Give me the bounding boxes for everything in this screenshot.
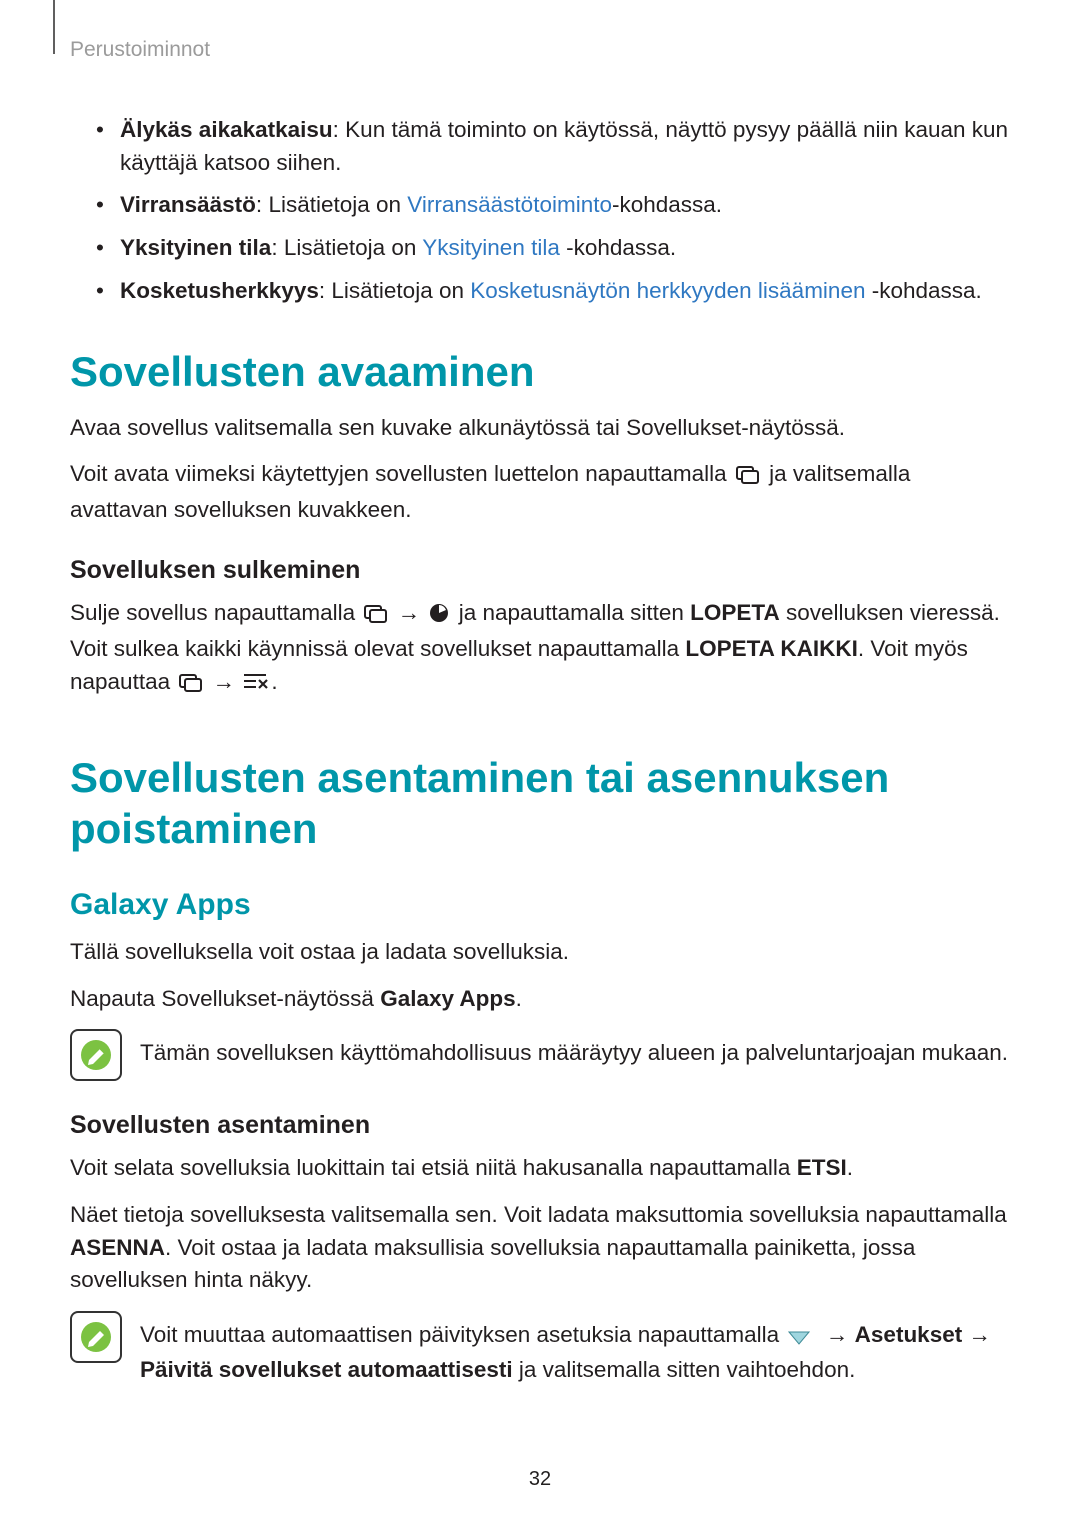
body-text: Voit selata sovelluksia luokittain tai e… (70, 1155, 797, 1180)
breadcrumb: Perustoiminnot (70, 38, 1010, 62)
list-item-text: -kohdassa. (612, 192, 722, 217)
ui-label: Galaxy Apps (380, 986, 515, 1011)
cross-ref-link[interactable]: Yksityinen tila (422, 235, 560, 260)
recent-apps-icon (364, 600, 388, 633)
note-block: Tämän sovelluksen käyttömahdollisuus mää… (70, 1029, 1010, 1081)
subheading-close-app: Sovelluksen sulkeminen (70, 556, 1010, 585)
body-paragraph: Avaa sovellus valitsemalla sen kuvake al… (70, 412, 1010, 445)
close-all-icon (244, 669, 268, 702)
list-item-term: Älykäs aikakatkaisu (120, 117, 333, 142)
list-item: Virransäästö: Lisätietoja on Virransääst… (96, 189, 1010, 222)
arrow-glyph: → (398, 600, 421, 625)
pie-task-icon (429, 600, 449, 633)
body-paragraph: Tällä sovelluksella voit ostaa ja ladata… (70, 936, 1010, 969)
list-item-text: : (271, 235, 284, 260)
feature-list: Älykäs aikakatkaisu: Kun tämä toiminto o… (96, 114, 1010, 307)
ui-label: LOPETA (690, 600, 780, 625)
list-item: Yksityinen tila: Lisätietoja on Yksityin… (96, 232, 1010, 265)
arrow-glyph: → (826, 1322, 849, 1347)
body-text: . Voit ostaa ja ladata maksullisia sovel… (70, 1235, 915, 1293)
list-item-text: Lisätietoja on (268, 192, 407, 217)
section-heading-install-uninstall: Sovellusten asentaminen tai asennuksen p… (70, 753, 1010, 854)
recent-apps-icon (736, 461, 760, 494)
list-item-text: Lisätietoja on (331, 278, 470, 303)
body-paragraph: Napauta Sovellukset-näytössä Galaxy Apps… (70, 983, 1010, 1016)
arrow-glyph: → (213, 669, 236, 694)
list-item-text: -kohdassa. (560, 235, 676, 260)
list-item-text: Lisätietoja on (284, 235, 422, 260)
list-item-term: Kosketusherkkyys (120, 278, 319, 303)
body-text: . (516, 986, 522, 1011)
list-item-text: : (319, 278, 332, 303)
decorative-margin-line (53, 0, 55, 54)
body-text: Sulje sovellus napauttamalla (70, 600, 361, 625)
note-text: Tämän sovelluksen käyttömahdollisuus mää… (140, 1029, 1008, 1070)
ui-label: ETSI (797, 1155, 847, 1180)
body-paragraph: Näet tietoja sovelluksesta valitsemalla … (70, 1199, 1010, 1297)
body-text: . (271, 669, 277, 694)
ui-label: ASENNA (70, 1235, 165, 1260)
body-text: Voit avata viimeksi käytettyjen sovellus… (70, 461, 733, 486)
body-text: ja valitsemalla sitten vaihtoehdon. (513, 1357, 856, 1382)
arrow-glyph: → (968, 1322, 991, 1347)
cross-ref-link[interactable]: Virransäästötoiminto (407, 192, 612, 217)
body-paragraph: Sulje sovellus napauttamalla → ja napaut… (70, 597, 1010, 701)
list-item-text: -kohdassa. (865, 278, 981, 303)
subheading-galaxy-apps: Galaxy Apps (70, 888, 1010, 922)
body-text: Näet tietoja sovelluksesta valitsemalla … (70, 1202, 1007, 1227)
note-text: Voit muuttaa automaattisen päivityksen a… (140, 1311, 1010, 1387)
list-item-text: : (333, 117, 346, 142)
ui-label: LOPETA KAIKKI (685, 636, 858, 661)
note-block: Voit muuttaa automaattisen päivityksen a… (70, 1311, 1010, 1387)
note-icon (70, 1029, 122, 1081)
cross-ref-link[interactable]: Kosketusnäytön herkkyyden lisääminen (470, 278, 865, 303)
body-paragraph: Voit avata viimeksi käytettyjen sovellus… (70, 458, 1010, 526)
list-item-term: Yksityinen tila (120, 235, 271, 260)
dropdown-triangle-icon (788, 1322, 810, 1355)
ui-label: Asetukset (855, 1322, 963, 1347)
list-item: Älykäs aikakatkaisu: Kun tämä toiminto o… (96, 114, 1010, 179)
body-text: ja napauttamalla sitten (459, 600, 690, 625)
body-text: . (847, 1155, 853, 1180)
recent-apps-icon (179, 669, 203, 702)
body-paragraph: Voit selata sovelluksia luokittain tai e… (70, 1152, 1010, 1185)
body-text: Voit muuttaa automaattisen päivityksen a… (140, 1322, 785, 1347)
page-number: 32 (0, 1468, 1080, 1491)
ui-label: Päivitä sovellukset automaattisesti (140, 1357, 513, 1382)
body-text: Napauta Sovellukset-näytössä (70, 986, 380, 1011)
section-heading-open-apps: Sovellusten avaaminen (70, 347, 1010, 397)
note-icon (70, 1311, 122, 1363)
list-item-text: : (256, 192, 269, 217)
list-item-term: Virransäästö (120, 192, 256, 217)
list-item: Kosketusherkkyys: Lisätietoja on Kosketu… (96, 275, 1010, 308)
subheading-install-apps: Sovellusten asentaminen (70, 1111, 1010, 1140)
